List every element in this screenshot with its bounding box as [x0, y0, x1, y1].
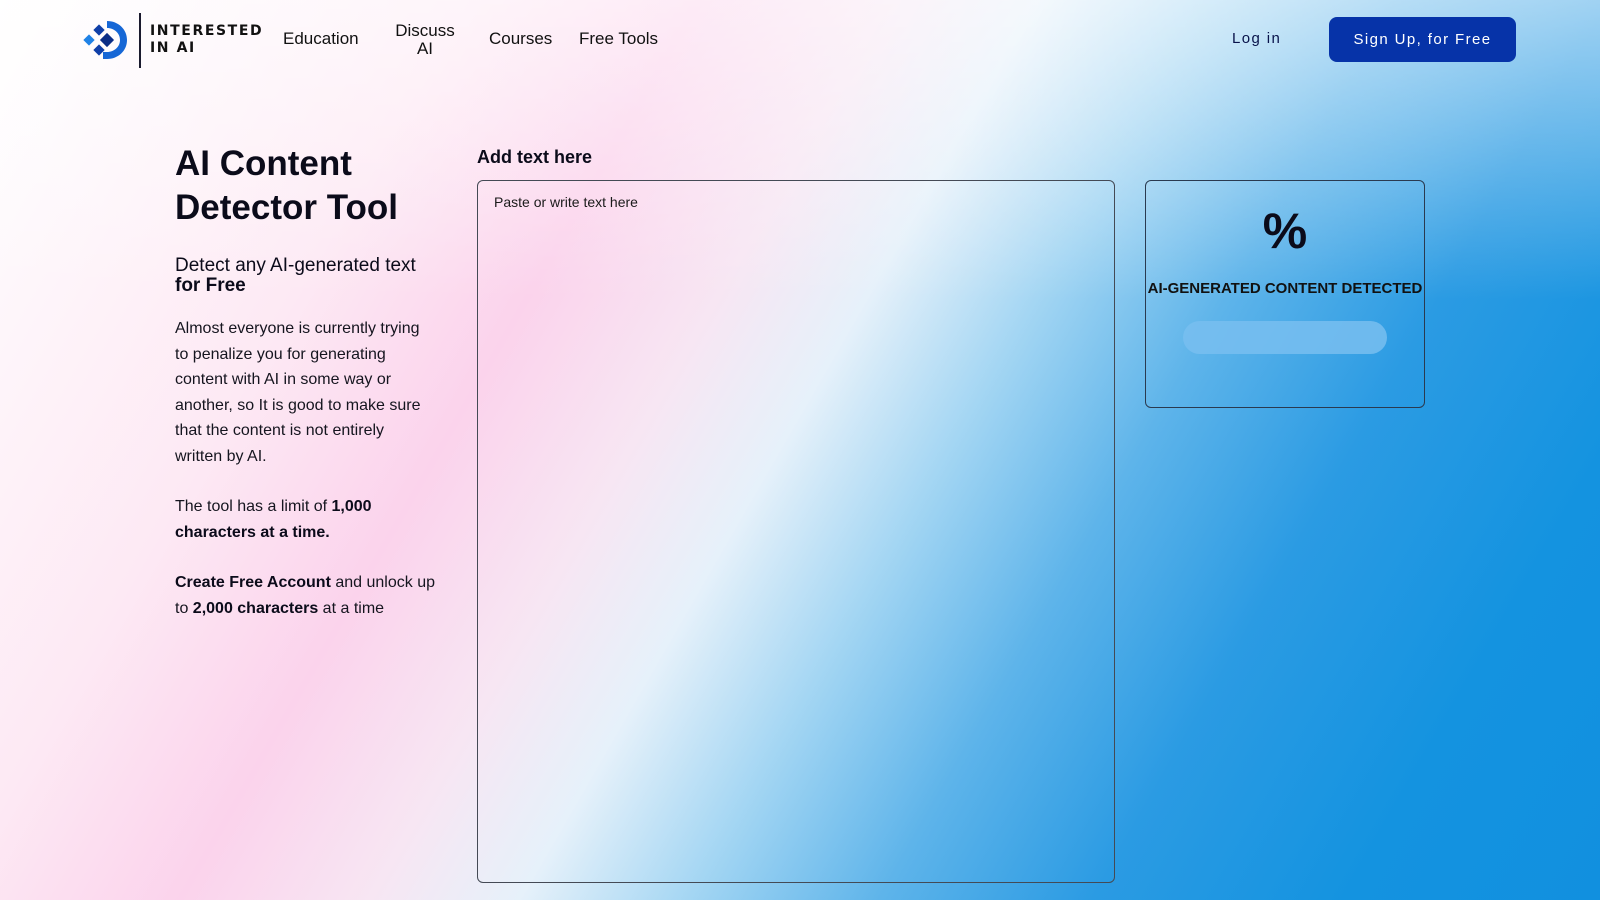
nav-discuss-ai[interactable]: Discuss AI — [388, 22, 462, 58]
text-input[interactable] — [477, 180, 1115, 883]
unlock-highlight: 2,000 characters — [192, 599, 319, 617]
result-progress-bar — [1183, 321, 1387, 354]
unlock-suffix: at a time — [318, 599, 385, 617]
unlock-paragraph: Create Free Account and unlock up to 2,0… — [175, 570, 435, 621]
subtitle-text: Detect any AI-generated text — [175, 255, 416, 276]
intro-paragraph: Almost everyone is currently trying to p… — [175, 320, 421, 465]
limit-paragraph: The tool has a limit of 1,000 characters… — [175, 494, 435, 545]
site-header: INTERESTED IN AI Education Discuss AI Co… — [0, 0, 1600, 80]
editor-label: Add text here — [477, 147, 593, 167]
page-title: AI Content Detector Tool — [175, 144, 398, 227]
login-link[interactable]: Log in — [1232, 30, 1281, 47]
subtitle-highlight: for Free — [175, 275, 246, 296]
signup-button[interactable]: Sign Up, for Free — [1329, 17, 1516, 62]
limit-text: The tool has a limit of — [175, 498, 332, 515]
hero-intro: AI Content Detector Tool Detect any AI-g… — [175, 142, 435, 621]
page-subtitle: Detect any AI-generated text for Free — [175, 256, 435, 296]
result-percent: % — [1262, 203, 1308, 259]
logo-text: INTERESTED IN AI — [150, 23, 264, 56]
logo-icon — [83, 21, 127, 59]
result-panel: % AI-GENERATED CONTENT DETECTED — [1145, 180, 1425, 408]
nav-free-tools[interactable]: Free Tools — [579, 30, 658, 48]
nav-education[interactable]: Education — [283, 30, 359, 48]
logo-divider — [139, 12, 141, 68]
site-logo[interactable]: INTERESTED IN AI — [82, 12, 264, 68]
create-account-link[interactable]: Create Free Account — [175, 574, 331, 591]
nav-courses[interactable]: Courses — [489, 30, 552, 48]
result-label: AI-GENERATED CONTENT DETECTED — [1147, 280, 1423, 297]
